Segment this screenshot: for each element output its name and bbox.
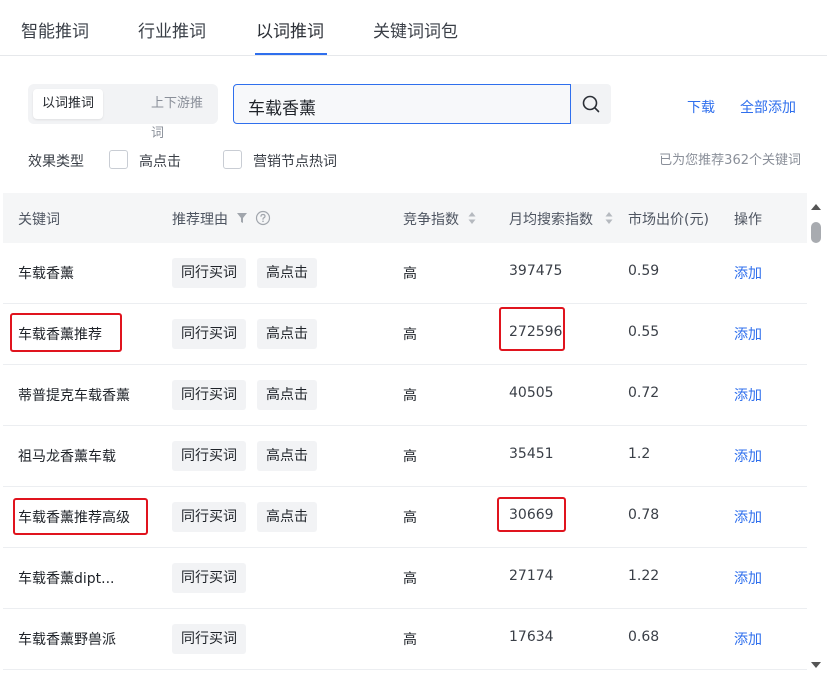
table-header: 关键词 推荐理由 竞争指数 月均搜索指数 市场出价(元) 操作	[3, 193, 807, 243]
sort-icon[interactable]	[468, 211, 476, 225]
active-tab-indicator	[255, 53, 327, 55]
competition-cell: 高	[403, 571, 417, 587]
effect-type-label: 效果类型	[28, 154, 84, 170]
scrollbar[interactable]	[809, 193, 823, 677]
bid-cell: 0.72	[628, 385, 660, 401]
add-button[interactable]: 添加	[734, 385, 762, 405]
bid-cell: 0.68	[628, 629, 660, 645]
table-row: 车载香薰推荐高级 同行买词 高点击 高 30669 0.78 添加	[3, 487, 807, 548]
scroll-down-icon[interactable]	[811, 662, 821, 668]
add-button[interactable]: 添加	[734, 507, 762, 527]
search-index-cell: 27174	[509, 568, 554, 584]
mode-upstream-downstream[interactable]: 上下游推词	[142, 89, 218, 141]
add-button[interactable]: 添加	[734, 263, 762, 283]
tab-industry[interactable]: 行业推词	[138, 17, 206, 42]
add-all-link[interactable]: 全部添加	[740, 97, 796, 117]
bid-cell: 1.22	[628, 568, 660, 584]
reason-tag: 同行买词	[172, 624, 246, 654]
search-index-cell: 17634	[509, 629, 554, 645]
tab-bar: 智能推词 行业推词 以词推词 关键词词包	[0, 0, 827, 56]
col-action: 操作	[734, 212, 762, 228]
search-icon	[582, 95, 600, 113]
table-row: 车载香薰 同行买词 高点击 高 397475 0.59 添加	[3, 243, 807, 304]
search-index-cell: 272596	[509, 324, 563, 340]
keyword-cell: 车载香薰	[18, 266, 74, 282]
search-input-value: 车载香薰	[248, 99, 316, 119]
reason-tag: 同行买词	[172, 380, 246, 410]
table-row: 蒂普提克车载香薰 同行买词 高点击 高 40505 0.72 添加	[3, 365, 807, 426]
add-button[interactable]: 添加	[734, 568, 762, 588]
col-bid: 市场出价(元)	[628, 212, 709, 228]
search-button[interactable]	[571, 84, 611, 124]
filter-icon[interactable]	[236, 211, 248, 225]
reason-tag: 同行买词	[172, 441, 246, 471]
col-competition[interactable]: 竞争指数	[403, 209, 459, 229]
reason-tag: 同行买词	[172, 563, 246, 593]
mode-switch: 以词推词 上下游推词	[28, 84, 218, 141]
col-search-index[interactable]: 月均搜索指数	[509, 209, 593, 229]
bid-cell: 1.2	[628, 446, 651, 462]
high-click-checkbox[interactable]	[109, 150, 128, 169]
competition-cell: 高	[403, 388, 417, 404]
table-row: 祖马龙香薰车载 同行买词 高点击 高 35451 1.2 添加	[3, 426, 807, 487]
sort-icon[interactable]	[605, 211, 613, 225]
reason-tag: 高点击	[257, 380, 317, 410]
keyword-cell: 车载香薰dipt...	[18, 571, 115, 587]
competition-cell: 高	[403, 510, 417, 526]
mode-word-based[interactable]: 以词推词	[33, 89, 104, 119]
competition-cell: 高	[403, 266, 417, 282]
tab-word-based[interactable]: 以词推词	[256, 17, 324, 42]
table-row: 车载香薰dipt... 同行买词 高 27174 1.22 添加	[3, 548, 807, 609]
competition-cell: 高	[403, 632, 417, 648]
search-index-cell: 35451	[509, 446, 554, 462]
scroll-up-icon[interactable]	[811, 204, 821, 210]
add-button[interactable]: 添加	[734, 446, 762, 466]
download-link[interactable]: 下载	[687, 97, 715, 117]
competition-cell: 高	[403, 327, 417, 343]
reason-tag: 同行买词	[172, 319, 246, 349]
col-reason: 推荐理由	[172, 212, 228, 228]
keyword-cell: 车载香薰野兽派	[18, 632, 116, 648]
keyword-cell: 车载香薰推荐	[18, 327, 102, 343]
tab-keyword-pack[interactable]: 关键词词包	[373, 17, 458, 42]
reason-tag: 同行买词	[172, 502, 246, 532]
high-click-label[interactable]: 高点击	[139, 151, 181, 171]
tab-smart[interactable]: 智能推词	[21, 17, 89, 42]
bid-cell: 0.55	[628, 324, 660, 340]
reason-tag: 高点击	[257, 258, 317, 288]
search-index-cell: 30669	[509, 507, 554, 523]
search-index-cell: 397475	[509, 263, 563, 279]
col-keyword: 关键词	[18, 212, 60, 228]
search-input[interactable]: 车载香薰	[233, 84, 571, 124]
competition-cell: 高	[403, 449, 417, 465]
table-row: 车载香薰推荐 同行买词 高点击 高 272596 0.55 添加	[3, 304, 807, 365]
reason-tag: 高点击	[257, 502, 317, 532]
scrollbar-thumb[interactable]	[811, 222, 821, 243]
add-button[interactable]: 添加	[734, 324, 762, 344]
add-button[interactable]: 添加	[734, 629, 762, 649]
reason-tag: 高点击	[257, 319, 317, 349]
bid-cell: 0.78	[628, 507, 660, 523]
bid-cell: 0.59	[628, 263, 660, 279]
recommend-count: 已为您推荐362个关键词	[659, 153, 801, 168]
help-icon[interactable]	[255, 210, 271, 226]
marketing-hotword-label[interactable]: 营销节点热词	[253, 151, 337, 171]
marketing-hotword-checkbox[interactable]	[223, 150, 242, 169]
keyword-cell: 蒂普提克车载香薰	[18, 388, 130, 404]
search-index-cell: 40505	[509, 385, 554, 401]
reason-tag: 高点击	[257, 441, 317, 471]
reason-tag: 同行买词	[172, 258, 246, 288]
table-row: 车载香薰野兽派 同行买词 高 17634 0.68 添加	[3, 609, 807, 670]
keyword-cell: 祖马龙香薰车载	[18, 449, 116, 465]
keyword-cell: 车载香薰推荐高级	[18, 510, 130, 526]
